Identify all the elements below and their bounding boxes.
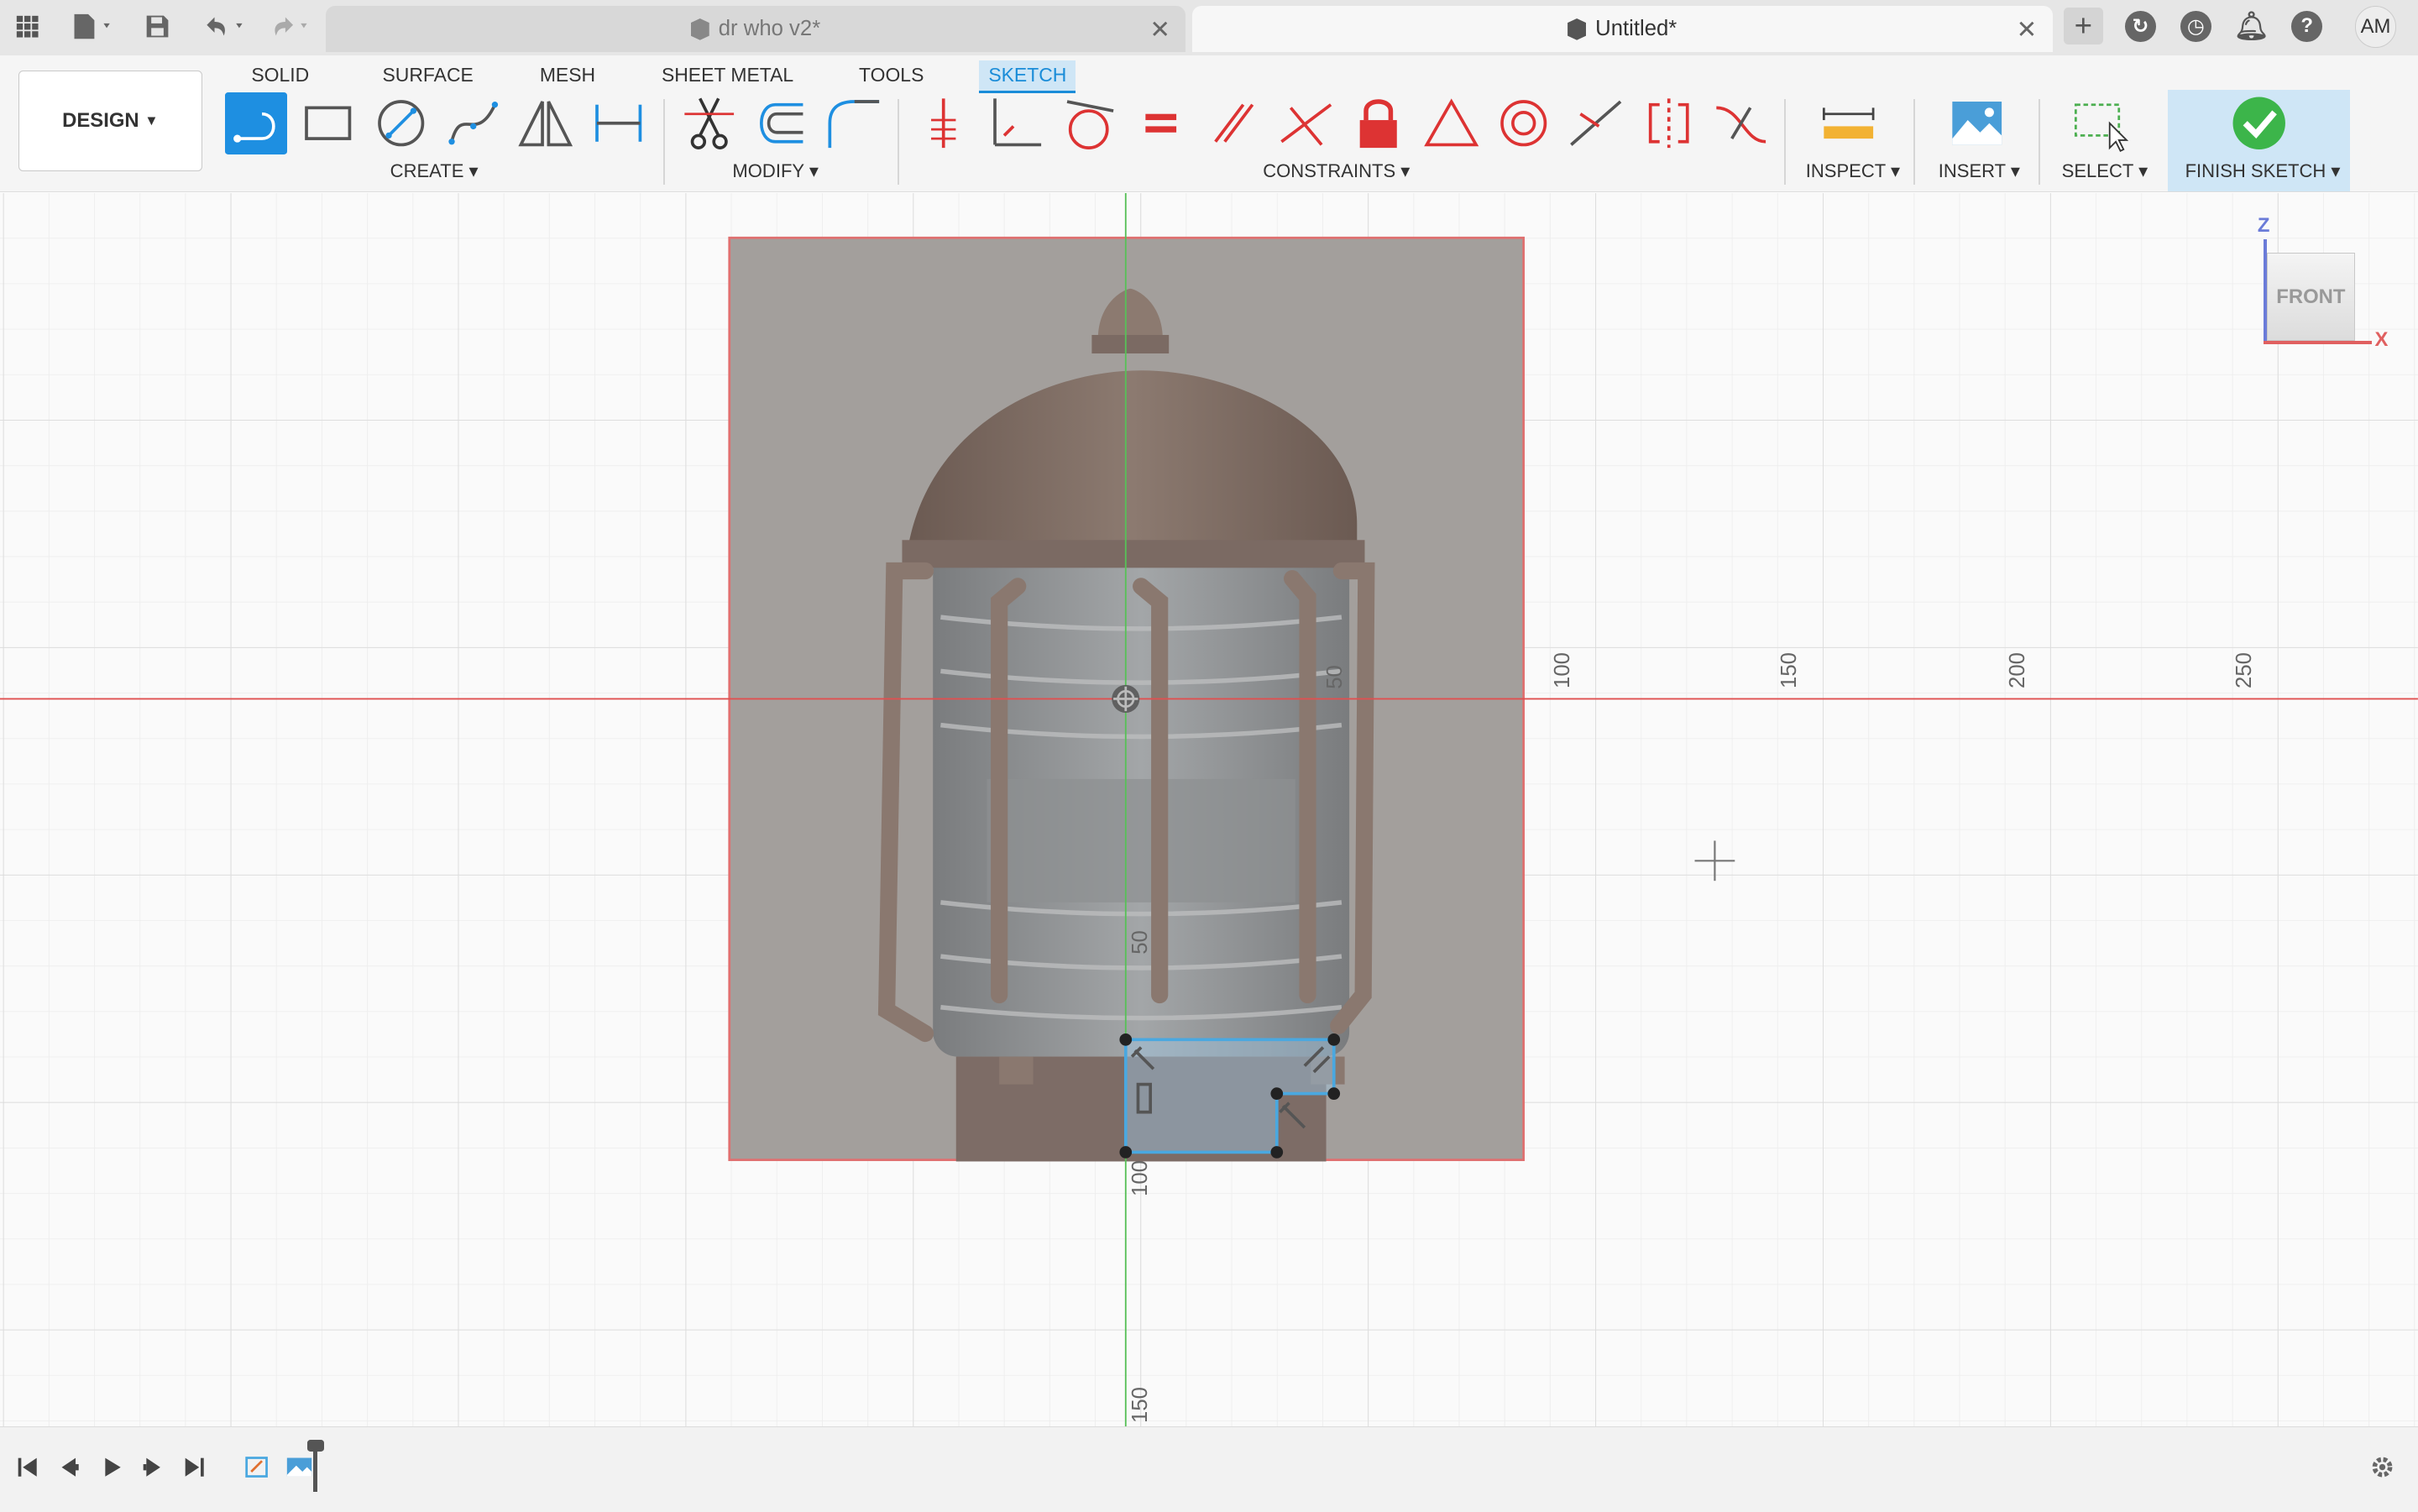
mirror-tool-icon[interactable] bbox=[515, 92, 576, 154]
circle-tool-icon[interactable] bbox=[370, 92, 432, 154]
tangent-constraint-icon[interactable] bbox=[1058, 92, 1119, 154]
modify-group-label[interactable]: MODIFY ▾ bbox=[732, 160, 818, 182]
offset-tool-icon[interactable] bbox=[751, 92, 812, 154]
x-tick-label: 250 bbox=[2232, 652, 2257, 689]
x-tick-label: 150 bbox=[1777, 652, 1802, 689]
timeline-sketch-feature-icon[interactable] bbox=[242, 1452, 273, 1483]
checkmark-icon bbox=[2228, 92, 2290, 154]
extensions-icon[interactable]: ↻ bbox=[2124, 10, 2156, 42]
timeline-bar bbox=[0, 1426, 2418, 1512]
user-avatar[interactable]: AM bbox=[2354, 6, 2397, 49]
chevron-down-icon: ▼ bbox=[144, 112, 159, 129]
arc-tool-icon[interactable] bbox=[442, 92, 504, 154]
file-menu-icon[interactable] bbox=[65, 9, 120, 43]
perpendicular-constraint-icon[interactable] bbox=[1275, 92, 1337, 154]
horizontal-vertical-constraint-icon[interactable] bbox=[913, 92, 974, 154]
symmetry-constraint-icon[interactable] bbox=[1638, 92, 1699, 154]
tab-dr-who[interactable]: dr who v2* ✕ bbox=[325, 6, 1186, 53]
workspace-switcher[interactable]: DESIGN ▼ bbox=[18, 71, 202, 172]
timeline-canvas-feature-icon[interactable] bbox=[284, 1452, 315, 1483]
document-icon bbox=[1568, 18, 1587, 40]
midpoint-constraint-icon[interactable] bbox=[1421, 92, 1482, 154]
app-grid-icon[interactable] bbox=[13, 9, 44, 43]
tab-solid[interactable]: SOLID bbox=[242, 60, 318, 92]
step-forward-icon[interactable] bbox=[137, 1452, 168, 1483]
tab-sketch[interactable]: SKETCH bbox=[979, 60, 1076, 94]
y-tick-label: 50 bbox=[1128, 929, 1153, 955]
document-icon bbox=[690, 18, 709, 40]
x-tick-label: 200 bbox=[2006, 652, 2030, 689]
workspace-label: DESIGN bbox=[62, 109, 139, 133]
trim-scissors-icon[interactable] bbox=[678, 92, 740, 154]
save-icon[interactable] bbox=[139, 9, 175, 43]
divider bbox=[662, 98, 665, 186]
help-icon[interactable]: ? bbox=[2291, 10, 2323, 42]
rectangle-tool-icon[interactable] bbox=[297, 92, 359, 154]
collinear-constraint-icon[interactable] bbox=[1565, 92, 1626, 154]
line-tool-icon[interactable] bbox=[225, 92, 287, 154]
redo-icon[interactable] bbox=[262, 9, 314, 43]
divider bbox=[897, 98, 899, 186]
divider bbox=[1784, 98, 1786, 186]
x-axis-label: X bbox=[2374, 328, 2389, 352]
divider bbox=[1913, 98, 1916, 186]
play-icon[interactable] bbox=[96, 1452, 127, 1483]
tab-tools[interactable]: TOOLS bbox=[850, 60, 933, 92]
concentric-constraint-icon[interactable] bbox=[1493, 92, 1554, 154]
constraints-group-label[interactable]: CONSTRAINTS ▾ bbox=[1263, 160, 1410, 182]
equal-constraint-icon[interactable] bbox=[1130, 92, 1191, 154]
select-group-label[interactable]: SELECT ▾ bbox=[2062, 160, 2148, 182]
origin-point-icon[interactable] bbox=[1112, 684, 1140, 713]
sketch-grid bbox=[0, 192, 2418, 1426]
close-tab-icon[interactable]: ✕ bbox=[2017, 15, 2038, 44]
coincident-constraint-icon[interactable] bbox=[986, 92, 1047, 154]
finish-sketch-label[interactable]: FINISH SKETCH ▾ bbox=[2185, 160, 2341, 182]
y-tick-label: 100 bbox=[1128, 1159, 1153, 1196]
step-back-icon[interactable] bbox=[54, 1452, 85, 1483]
inspect-group-label[interactable]: INSPECT ▾ bbox=[1806, 160, 1900, 182]
tab-sheet-metal[interactable]: SHEET METAL bbox=[652, 60, 803, 92]
timeline-marker-handle[interactable] bbox=[306, 1439, 324, 1452]
window-select-icon[interactable] bbox=[2070, 92, 2131, 154]
go-to-start-icon[interactable] bbox=[13, 1452, 44, 1483]
parallel-constraint-icon[interactable] bbox=[1203, 92, 1264, 154]
toolbar-ribbon: DESIGN ▼ SOLID SURFACE MESH SHEET METAL … bbox=[0, 55, 2418, 192]
tab-label: Untitled* bbox=[1595, 17, 1677, 41]
x-tick-label: 50 bbox=[1322, 664, 1347, 689]
tab-untitled[interactable]: Untitled* ✕ bbox=[1191, 6, 2053, 53]
x-tick-label: 100 bbox=[1551, 652, 1575, 689]
title-bar: dr who v2* ✕ Untitled* ✕ + ↻ ◷ 🔔︎ ? AM bbox=[0, 0, 2418, 57]
fix-unfix-lock-icon[interactable] bbox=[1348, 92, 1409, 154]
undo-icon[interactable] bbox=[197, 9, 249, 43]
dimension-tool-icon[interactable] bbox=[588, 92, 649, 154]
notifications-bell-icon[interactable]: 🔔︎ bbox=[2234, 11, 2269, 42]
timeline-settings-gear-icon[interactable] bbox=[2367, 1452, 2398, 1483]
viewcube[interactable]: FRONT Z X bbox=[2254, 214, 2393, 353]
divider bbox=[2039, 98, 2040, 186]
close-tab-icon[interactable]: ✕ bbox=[1149, 15, 1170, 44]
tab-surface[interactable]: SURFACE bbox=[373, 60, 482, 92]
go-to-end-icon[interactable] bbox=[179, 1452, 210, 1483]
viewcube-front-face[interactable]: FRONT bbox=[2266, 253, 2355, 342]
fillet-tool-icon[interactable] bbox=[824, 92, 885, 154]
curvature-constraint-icon[interactable] bbox=[1710, 92, 1772, 154]
y-tick-label: 150 bbox=[1128, 1386, 1153, 1423]
insert-image-icon[interactable] bbox=[1946, 92, 2007, 154]
tab-label: dr who v2* bbox=[718, 17, 821, 41]
measure-ruler-icon[interactable] bbox=[1818, 92, 1879, 154]
z-axis-label: Z bbox=[2257, 214, 2270, 238]
new-tab-icon[interactable]: + bbox=[2063, 8, 2104, 45]
z-axis-indicator bbox=[2264, 238, 2267, 344]
sketch-canvas[interactable]: 50 100 150 200 250 50 100 150 FRONT Z X bbox=[0, 192, 2418, 1426]
job-status-icon[interactable]: ◷ bbox=[2180, 10, 2211, 42]
insert-group-label[interactable]: INSERT ▾ bbox=[1939, 160, 2020, 182]
x-axis-indicator bbox=[2264, 340, 2372, 344]
tab-mesh[interactable]: MESH bbox=[531, 60, 604, 92]
create-group-label[interactable]: CREATE ▾ bbox=[390, 160, 479, 182]
